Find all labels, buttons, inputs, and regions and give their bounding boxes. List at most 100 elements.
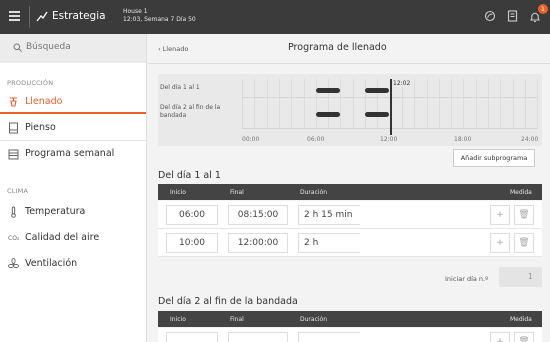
- timeline-gridline: [414, 79, 416, 129]
- timeline-tick: 12:00: [380, 136, 398, 143]
- start-day-label: Iniciar día n.º: [445, 275, 489, 283]
- timeline-gridline: [377, 79, 379, 129]
- timeline-gridline: [451, 79, 453, 129]
- timeline-gridline: [315, 79, 317, 129]
- duration-field[interactable]: [298, 332, 360, 342]
- sidebar: Búsqueda PRODUCCIÓN Llenado Pienso Progr…: [0, 34, 147, 342]
- search-icon: [13, 43, 22, 52]
- main-content: ‹ Llenado Programa de llenado Del día 1 …: [148, 34, 550, 342]
- timeline-row-label: Del día 1 al 1: [160, 84, 200, 91]
- sidebar-item-label: Llenado: [25, 96, 63, 107]
- add-icon[interactable]: +: [490, 233, 510, 253]
- header-bar: ‹ Llenado Programa de llenado: [148, 34, 550, 64]
- search-box[interactable]: Búsqueda: [0, 34, 146, 63]
- sidebar-item-temperatura[interactable]: Temperatura: [0, 200, 146, 224]
- table-row: + 🗑: [158, 328, 542, 342]
- search-input[interactable]: Búsqueda: [26, 42, 71, 52]
- current-time-line: [390, 79, 392, 135]
- start-time-field[interactable]: [166, 332, 218, 342]
- trash-icon[interactable]: 🗑: [514, 205, 534, 225]
- sidebar-item-label: Programa semanal: [25, 148, 115, 159]
- feed-icon: [9, 122, 18, 134]
- timeline-gridline: [266, 79, 268, 129]
- divider: [0, 140, 146, 141]
- table-row: 06:00 08:15:00 2 h 15 min + 🗑: [158, 201, 542, 229]
- timeline-segment[interactable]: [316, 88, 340, 93]
- section-production: PRODUCCIÓN: [7, 79, 54, 87]
- column-header: Inicio: [170, 316, 186, 323]
- end-time-field[interactable]: 08:15:00: [228, 205, 288, 225]
- end-time-field[interactable]: 12:00:00: [228, 233, 288, 253]
- co2-icon: CO₂: [8, 235, 20, 242]
- column-header: Duración: [300, 189, 328, 196]
- start-time-field[interactable]: 06:00: [166, 205, 218, 225]
- trash-icon[interactable]: 🗑: [514, 233, 534, 253]
- sidebar-item-ventilacion[interactable]: Ventilación: [0, 252, 146, 276]
- timeline-gridline: [291, 79, 293, 129]
- timeline-gridline: [365, 79, 366, 129]
- timeline-gridline: [475, 79, 477, 129]
- menu-icon[interactable]: [9, 11, 20, 21]
- timeline-segment[interactable]: [316, 112, 340, 117]
- timeline-gridline: [524, 79, 526, 129]
- start-time-field[interactable]: 10:00: [166, 233, 218, 253]
- timeline-gridline: [488, 79, 489, 129]
- sidebar-item-label: Temperatura: [25, 206, 86, 217]
- column-header: Inicio: [170, 189, 186, 196]
- top-bar: Estrategia House 1 12:03, Semana 7 Día 5…: [0, 0, 550, 34]
- column-header: Final: [230, 189, 244, 196]
- timeline-chart: Del día 1 al 1 Del día 2 al fin de la ba…: [158, 74, 542, 146]
- sidebar-item-label: Calidad del aire: [25, 232, 100, 243]
- add-subprogram-button[interactable]: Añadir subprograma: [453, 149, 535, 167]
- table-row: 10:00 12:00:00 2 h + 🗑: [158, 229, 542, 257]
- timeline-gridline: [500, 79, 502, 129]
- timeline-segment[interactable]: [365, 88, 389, 93]
- current-time-label: 12:02: [393, 80, 411, 87]
- timeline-tick: 24:00: [521, 136, 539, 143]
- trash-icon[interactable]: 🗑: [514, 332, 534, 342]
- timeline-segment[interactable]: [365, 112, 389, 117]
- timeline-gridline: [438, 79, 440, 129]
- topbar-divider: [29, 6, 30, 28]
- timeline-gridline: [537, 79, 539, 129]
- sidebar-item-pienso[interactable]: Pienso: [0, 116, 146, 140]
- thermometer-icon: [11, 206, 16, 218]
- sidebar-item-calidad-del-aire[interactable]: CO₂ Calidad del aire: [0, 226, 146, 250]
- trend-icon: [36, 11, 48, 22]
- timeline-tick: 06:00: [307, 136, 325, 143]
- breadcrumb[interactable]: ‹ Llenado: [158, 45, 188, 53]
- add-icon[interactable]: +: [490, 205, 510, 225]
- timeline-gridline: [426, 79, 428, 129]
- start-day-input[interactable]: 1: [499, 267, 542, 287]
- timeline-gridline: [352, 79, 354, 129]
- column-header: Medida: [510, 316, 532, 323]
- program-title: Del día 2 al fin de la bandada: [158, 296, 298, 307]
- sidebar-item-llenado[interactable]: Llenado: [0, 90, 146, 114]
- add-icon[interactable]: +: [490, 332, 510, 342]
- timeline-gridline: [512, 79, 514, 129]
- duration-field[interactable]: 2 h: [298, 233, 360, 253]
- house-time: 12:03, Semana 7 Día 50: [123, 16, 196, 23]
- timeline-gridline: [328, 79, 330, 129]
- section-climate: CLIMA: [7, 187, 29, 195]
- timeline-gridline: [278, 79, 280, 129]
- house-info[interactable]: House 1 12:03, Semana 7 Día 50: [123, 8, 196, 24]
- house-name: House 1: [123, 8, 148, 15]
- tap-icon: [10, 97, 17, 107]
- table-header: Inicio Final Duración Medida: [158, 311, 542, 327]
- leaf-icon[interactable]: [484, 10, 496, 22]
- sidebar-item-label: Ventilación: [25, 258, 78, 269]
- sidebar-item-programa-semanal[interactable]: Programa semanal: [0, 142, 146, 166]
- column-header: Final: [230, 316, 244, 323]
- timeline-gridline: [242, 79, 243, 129]
- timeline-tick: 00:00: [242, 136, 260, 143]
- timeline-tick: 18:00: [454, 136, 472, 143]
- page-title: Programa de llenado: [288, 42, 387, 53]
- timeline-gridline: [254, 79, 256, 129]
- calendar-icon: [8, 149, 19, 160]
- notification-badge[interactable]: 1: [538, 4, 548, 14]
- end-time-field[interactable]: [228, 332, 288, 342]
- document-icon[interactable]: [507, 10, 518, 22]
- fan-icon: [8, 258, 19, 268]
- duration-field[interactable]: 2 h 15 min: [298, 205, 360, 225]
